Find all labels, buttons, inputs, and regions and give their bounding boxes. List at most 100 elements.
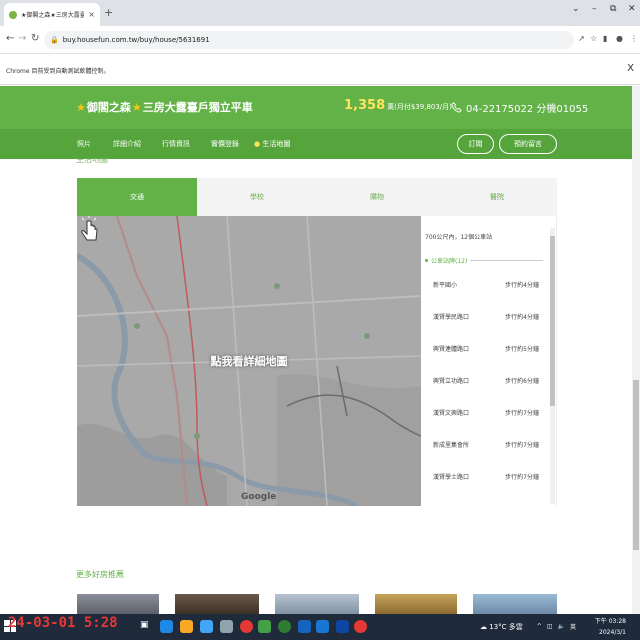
- sidepanel-icon[interactable]: ▮: [603, 34, 607, 43]
- house-thumbnail[interactable]: [375, 594, 457, 614]
- task-view-icon[interactable]: ▣: [140, 620, 153, 633]
- network-icon[interactable]: ◫: [547, 623, 553, 630]
- address-bar[interactable]: 🔒 buy.housefun.com.tw/buy/house/5631691: [44, 31, 574, 49]
- more-houses-title: 更多好房推薦: [76, 570, 124, 579]
- stop-walk-time: 步行約4分鐘: [505, 282, 539, 289]
- word-icon[interactable]: [316, 620, 329, 633]
- title-part-2: 三房大露臺戶獨立平車: [142, 101, 253, 114]
- panel-summary: 700公尺內，12個公車站: [425, 234, 493, 241]
- subnav-market[interactable]: 行情資訊: [162, 139, 190, 149]
- menu-icon[interactable]: ⋮: [630, 34, 638, 43]
- title-part-1: 御閣之森: [86, 101, 131, 114]
- house-thumbnail[interactable]: [77, 594, 159, 614]
- chevron-up-icon[interactable]: ^: [537, 623, 542, 630]
- lock-icon[interactable]: 🔒: [50, 36, 59, 44]
- listing-header: ★ 御閣之森 ★ 三房大露臺戶獨立平車 1,358 萬(月付$39,803/月)…: [0, 86, 632, 129]
- map-cta-text: 點我看詳細地圖: [210, 355, 288, 368]
- page-scrollbar-thumb[interactable]: [633, 380, 639, 550]
- stop-name: 漢賢學民路口: [433, 314, 470, 321]
- subnav-life-map-label: 生活地圖: [262, 140, 291, 148]
- input-language[interactable]: 英: [570, 622, 576, 631]
- app-icon[interactable]: [220, 620, 233, 633]
- phone-icon: [451, 102, 462, 113]
- profile-icon[interactable]: ●: [616, 34, 623, 43]
- edge-icon[interactable]: [160, 620, 173, 633]
- site-favicon-icon: [9, 10, 17, 19]
- recording-timestamp-overlay: 24-03-01 5:28: [8, 615, 118, 631]
- hand-pointer-icon: [81, 216, 98, 241]
- list-item[interactable]: 漢賢學民路口 步行約4分鐘: [433, 312, 539, 321]
- book-message-button[interactable]: 預約留言: [499, 134, 557, 154]
- group-divider: [470, 260, 543, 261]
- close-window-button[interactable]: ✕: [628, 4, 636, 14]
- forward-icon[interactable]: →: [18, 33, 26, 44]
- clock-time: 下午 03:28: [594, 618, 626, 625]
- new-tab-button[interactable]: +: [104, 6, 113, 19]
- panel-scrollbar-thumb[interactable]: [550, 236, 555, 406]
- tab-transport[interactable]: 交通: [77, 178, 197, 216]
- file-explorer-icon[interactable]: [180, 620, 193, 633]
- house-thumbnail[interactable]: [175, 594, 259, 614]
- stop-name: 興賢立功路口: [433, 378, 470, 385]
- clock-date: 2024/3/1: [599, 629, 626, 636]
- bus-stop-group-label: 公車站牌(12): [431, 258, 468, 265]
- app-icon[interactable]: [336, 620, 349, 633]
- system-tray[interactable]: ^ ◫ 🔈 英: [537, 622, 576, 631]
- back-icon[interactable]: ←: [6, 33, 14, 44]
- page-scrollbar[interactable]: [632, 86, 640, 614]
- tab-shopping[interactable]: 購物: [317, 178, 437, 216]
- tab-school[interactable]: 學校: [197, 178, 317, 216]
- clock[interactable]: 下午 03:28 2024/3/1: [595, 616, 626, 638]
- infobar-message: Chrome 目前受到自動測試軟體控制。: [6, 68, 110, 75]
- listing-title: ★ 御閣之森 ★ 三房大露臺戶獨立平車: [76, 99, 253, 115]
- subscribe-button[interactable]: 訂閱: [457, 134, 494, 154]
- cloud-icon: ☁: [480, 623, 487, 631]
- subnav-details[interactable]: 詳細介紹: [113, 139, 141, 149]
- url-text: buy.housefun.com.tw/buy/house/5631691: [62, 36, 210, 44]
- volume-icon[interactable]: 🔈: [558, 623, 565, 630]
- price-value: 1,358: [344, 98, 386, 113]
- panel-scrollbar[interactable]: [550, 228, 555, 504]
- star-icon: ★: [131, 100, 142, 114]
- list-item[interactable]: 新平國小 步行約4分鐘: [433, 280, 539, 289]
- life-map[interactable]: 點我看詳細地圖 Google: [77, 216, 421, 506]
- house-thumbnail[interactable]: [473, 594, 557, 614]
- chrome-icon[interactable]: [354, 620, 367, 633]
- listing-subnav: 照片 詳細介紹 行情資訊 實價登錄 ● 生活地圖 訂閱 預約留言: [0, 129, 632, 159]
- subnav-life-map[interactable]: ● 生活地圖: [254, 139, 290, 149]
- agent-phone[interactable]: 04-22175022 分機01055: [451, 100, 588, 115]
- tab-search-icon[interactable]: ⌄: [572, 4, 580, 14]
- weather-widget[interactable]: ☁ 13°C 多雲: [480, 622, 523, 632]
- bookmark-star-icon[interactable]: ☆: [590, 34, 597, 43]
- stop-name: 漢賢學士路口: [433, 474, 470, 481]
- automation-infobar: Chrome 目前受到自動測試軟體控制。 X: [0, 55, 640, 85]
- tab-hospital[interactable]: 醫院: [437, 178, 557, 216]
- line-icon[interactable]: [278, 620, 291, 633]
- list-item[interactable]: 興賢立功路口 步行約6分鐘: [433, 376, 539, 385]
- weather-text: 13°C 多雲: [489, 623, 523, 631]
- infobar-close-button[interactable]: X: [627, 63, 634, 74]
- browser-tab[interactable]: ★御閣之森★三房大露臺戶獨立 ×: [4, 3, 100, 26]
- reload-icon[interactable]: ↻: [31, 33, 39, 44]
- list-item[interactable]: 漢賢文興路口 步行約7分鐘: [433, 408, 539, 417]
- tab-close-icon[interactable]: ×: [88, 10, 95, 19]
- chrome-icon[interactable]: [240, 620, 253, 633]
- list-item[interactable]: 新成里集會所 步行約7分鐘: [433, 440, 539, 449]
- store-icon[interactable]: [200, 620, 213, 633]
- share-icon[interactable]: ↗: [578, 34, 585, 43]
- stop-name: 興賢連體路口: [433, 346, 470, 353]
- bus-stop-group[interactable]: 公車站牌(12): [425, 256, 543, 265]
- minimize-button[interactable]: –: [592, 4, 597, 14]
- vscode-icon[interactable]: [298, 620, 311, 633]
- list-item[interactable]: 興賢連體路口 步行約5分鐘: [433, 344, 539, 353]
- list-item[interactable]: 漢賢學士路口 步行約7分鐘: [433, 472, 539, 481]
- maximize-button[interactable]: ⧉: [610, 4, 616, 14]
- section-title: 生活地圖: [76, 158, 108, 164]
- more-houses-strip: [77, 594, 557, 614]
- stop-name: 新成里集會所: [433, 442, 470, 449]
- house-thumbnail[interactable]: [275, 594, 359, 614]
- map-overlay[interactable]: 點我看詳細地圖: [77, 216, 421, 506]
- subnav-photos[interactable]: 照片: [77, 139, 91, 149]
- terminal-icon[interactable]: [258, 620, 271, 633]
- subnav-transactions[interactable]: 實價登錄: [211, 139, 239, 149]
